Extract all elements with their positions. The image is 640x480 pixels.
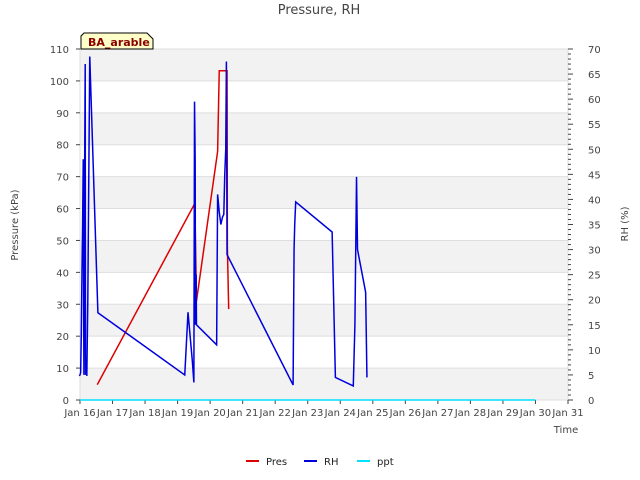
left-tick-label: 100: [50, 77, 69, 88]
left-tick-label: 60: [56, 205, 69, 216]
left-tick-label: 30: [56, 300, 69, 311]
x-tick-label: Jan 31: [551, 408, 583, 419]
right-tick-label: 70: [588, 45, 601, 56]
plot-band: [80, 240, 568, 273]
left-axis-ticks: 0 10 20 30 40 50 60 70 80 90 100 110: [50, 45, 80, 407]
x-tick-label: Jan 25: [356, 408, 388, 419]
right-tick-label: 20: [588, 296, 601, 307]
right-tick-label: 50: [588, 145, 601, 156]
pressure-rh-chart: 0 10 20 30 40 50 60 70 80 90 100 110 0 5 10 15 20 25 30 35…: [10, 3, 631, 468]
plot-band: [80, 112, 568, 145]
right-tick-label: 55: [588, 120, 601, 131]
plot-band: [80, 304, 568, 337]
left-axis-title: Pressure (kPa): [10, 189, 21, 260]
station-badge: BA_arable: [80, 32, 154, 50]
left-tick-label: 10: [56, 364, 69, 375]
right-tick-label: 60: [588, 95, 601, 106]
series-layer: [78, 56, 536, 401]
left-tick-label: 110: [50, 45, 69, 56]
right-tick-label: 5: [588, 371, 594, 382]
left-tick-label: 50: [56, 236, 69, 247]
left-tick-label: 80: [56, 141, 69, 152]
plot-band: [80, 368, 568, 400]
legend-label-rh: RH: [324, 457, 338, 468]
x-tick-label: Jan 30: [519, 408, 551, 419]
plot-band: [80, 49, 568, 81]
right-axis-title: RH (%): [620, 206, 631, 241]
legend-label-pres: Pres: [266, 457, 287, 468]
right-tick-label: 40: [588, 195, 601, 206]
right-tick-label: 25: [588, 271, 601, 282]
left-tick-label: 20: [56, 332, 69, 343]
x-tick-label: Jan 23: [291, 408, 323, 419]
x-tick-label: Jan 27: [421, 408, 453, 419]
x-tick-label: Jan 24: [324, 408, 356, 419]
left-tick-label: 70: [56, 173, 69, 184]
x-tick-label: Jan 17: [96, 408, 128, 419]
x-tick-label: Jan 16: [63, 408, 95, 419]
x-tick-label: Jan 20: [193, 408, 225, 419]
right-tick-label: 45: [588, 170, 601, 181]
x-tick-label: Jan 29: [486, 408, 518, 419]
x-tick-label: Jan 28: [454, 408, 486, 419]
right-tick-label: 0: [588, 396, 594, 407]
x-tick-label: Jan 26: [389, 408, 421, 419]
x-axis-ticks: Jan 16 Jan 17 Jan 18 Jan 19 Jan 20 Jan 21 Jan …: [63, 400, 584, 419]
legend: Pres RH ppt: [246, 457, 394, 468]
x-tick-label: Jan 18: [128, 408, 160, 419]
legend-label-ppt: ppt: [377, 457, 394, 468]
right-tick-label: 10: [588, 346, 601, 357]
x-axis-title: Time: [553, 425, 578, 436]
x-tick-label: Jan 22: [259, 408, 291, 419]
right-axis-ticks: 0 5 10 15 20 25 30 35 40 45 50 55 60 65 70: [568, 45, 601, 407]
right-tick-label: 30: [588, 246, 601, 257]
plot-band: [80, 176, 568, 209]
left-tick-label: 40: [56, 268, 69, 279]
right-tick-label: 35: [588, 221, 601, 232]
right-tick-label: 15: [588, 321, 601, 332]
station-badge-label: BA_arable: [88, 36, 150, 49]
x-tick-label: Jan 21: [226, 408, 258, 419]
x-tick-label: Jan 19: [161, 408, 193, 419]
left-tick-label: 0: [63, 396, 69, 407]
right-tick-label: 65: [588, 70, 601, 81]
left-tick-label: 90: [56, 109, 69, 120]
chart-title: Pressure, RH: [278, 3, 361, 18]
